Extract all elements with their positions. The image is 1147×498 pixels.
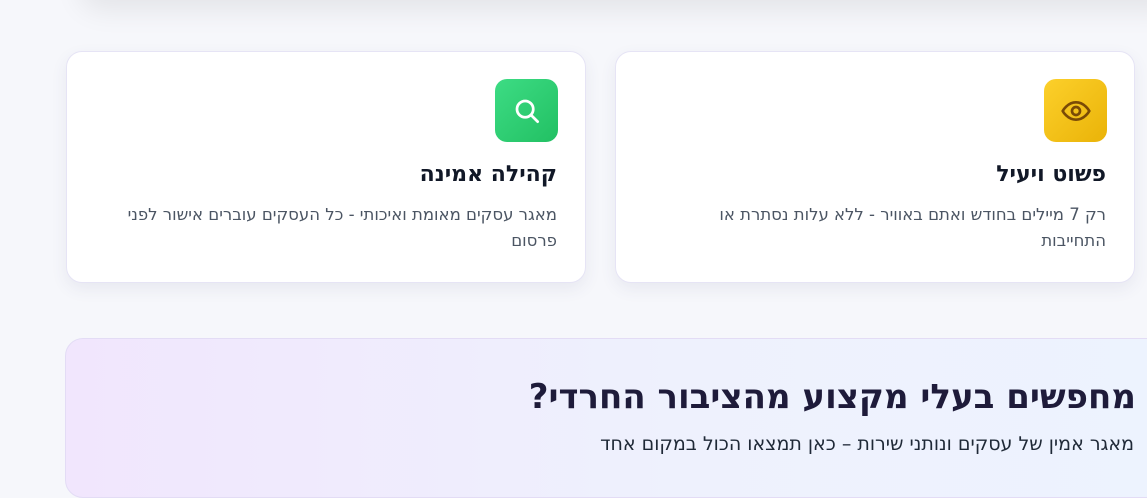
- feature-card-trusted-community: קהילה אמינה מאגר עסקים מאומת ואיכותי - כ…: [66, 51, 586, 283]
- banner-subtitle: מאגר אמין של עסקים ונותני שירות – כאן תמ…: [600, 433, 1134, 455]
- feature-icon-box: [1044, 79, 1107, 142]
- cta-banner: מחפשים בעלי מקצוע מהציבור החרדי? מאגר אמ…: [65, 338, 1147, 498]
- feature-title: קהילה אמינה: [419, 162, 557, 187]
- feature-icon-box: [495, 79, 558, 142]
- banner-title: מחפשים בעלי מקצוע מהציבור החרדי?: [528, 377, 1136, 417]
- eye-icon: [1060, 100, 1091, 121]
- search-icon: [515, 99, 539, 123]
- feature-description: רק 7 מיילים בחודש ואתם באוויר - ללא עלות…: [719, 205, 1106, 250]
- feature-card-simple-efficient: פשוט ויעיל רק 7 מיילים בחודש ואתם באוויר…: [615, 51, 1135, 283]
- feature-title: פשוט ויעיל: [996, 162, 1106, 187]
- feature-description: מאגר עסקים מאומת ואיכותי - כל העסקים עוב…: [127, 205, 557, 250]
